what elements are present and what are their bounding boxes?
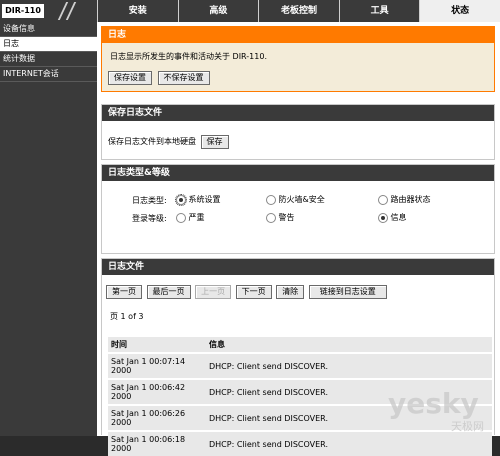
- log-type-title: 日志类型&等级: [102, 165, 494, 181]
- prev-page-button[interactable]: 上一页: [195, 285, 232, 299]
- type-router-status-radio[interactable]: [378, 194, 388, 205]
- top-nav-bar: DIR-110 安装 高级 老板控制 工具 状态: [0, 0, 500, 22]
- time-line2: 2000: [111, 392, 132, 401]
- link-log-settings-button[interactable]: 链接到日志设置: [308, 285, 387, 299]
- next-page-button[interactable]: 下一页: [235, 285, 272, 299]
- sidebar-item-statistics[interactable]: 统计数据: [0, 52, 97, 67]
- table-header-row: 时间 信息: [108, 337, 492, 353]
- sidebar: 设备信息 日志 统计数据 INTERNET会话: [0, 22, 97, 436]
- tab-advanced[interactable]: 高级: [177, 0, 259, 22]
- log-section: 日志 日志显示所发生的事件和活动关于 DIR-110. 保存设置 不保存设置: [101, 26, 495, 92]
- clear-button[interactable]: 清除: [276, 285, 305, 299]
- watermark-main: yesky: [388, 387, 479, 420]
- col-time-header: 时间: [108, 337, 206, 353]
- type-firewall-label: 防火墙&安全: [278, 195, 325, 204]
- type-system-option[interactable]: 系统设置: [175, 193, 221, 206]
- model-label: DIR-110: [2, 4, 44, 18]
- log-section-title: 日志: [102, 27, 494, 43]
- dont-save-settings-button[interactable]: 不保存设置: [157, 71, 210, 85]
- sidebar-item-device-info[interactable]: 设备信息: [0, 22, 97, 37]
- brand-area: DIR-110: [0, 0, 95, 22]
- time-line1: Sat Jan 1 00:06:26: [111, 409, 186, 418]
- log-type-label: 日志类型:: [132, 196, 167, 205]
- row-info: DHCP: Client send DISCOVER.: [206, 430, 492, 456]
- main-content: 日志 日志显示所发生的事件和活动关于 DIR-110. 保存设置 不保存设置 保…: [97, 22, 500, 456]
- time-line1: Sat Jan 1 00:06:42: [111, 383, 186, 392]
- row-info: DHCP: Client send DISCOVER.: [206, 352, 492, 379]
- save-settings-button[interactable]: 保存设置: [108, 71, 152, 85]
- log-level-label: 登录等级:: [132, 214, 167, 223]
- level-info-label: 信息: [390, 213, 407, 222]
- row-time: Sat Jan 1 00:06:18 2000: [108, 430, 206, 456]
- col-info-header: 信息: [206, 337, 492, 353]
- time-line1: Sat Jan 1 00:06:18: [111, 435, 186, 444]
- tab-setup[interactable]: 安装: [97, 0, 178, 22]
- tab-tools[interactable]: 工具: [338, 0, 420, 22]
- pagination-toolbar: 第一页 最后一页 上一页 下一页 清除 链接到日志设置: [106, 285, 387, 299]
- yesky-watermark: yesky 天极网: [388, 387, 488, 434]
- level-critical-option[interactable]: 严重: [176, 212, 205, 223]
- type-router-status-label: 路由器状态: [390, 195, 431, 204]
- level-info-option[interactable]: 信息: [378, 212, 407, 223]
- sidebar-item-internet-sessions[interactable]: INTERNET会话: [0, 67, 97, 82]
- level-warning-option[interactable]: 警告: [266, 212, 295, 223]
- row-time: Sat Jan 1 00:06:42 2000: [108, 378, 206, 405]
- table-row: Sat Jan 1 00:06:18 2000 DHCP: Client send…: [108, 430, 492, 456]
- level-critical-label: 严重: [188, 213, 205, 222]
- row-time: Sat Jan 1 00:07:14 2000: [108, 352, 206, 379]
- level-warning-label: 警告: [278, 213, 295, 222]
- tab-parental-control[interactable]: 老板控制: [258, 0, 339, 22]
- first-page-button[interactable]: 第一页: [106, 285, 142, 299]
- save-log-title: 保存日志文件: [102, 105, 494, 121]
- sidebar-item-log[interactable]: 日志: [0, 37, 97, 52]
- save-log-label: 保存日志文件到本地硬盘: [108, 137, 196, 146]
- save-log-button[interactable]: 保存: [200, 135, 229, 149]
- log-files-title: 日志文件: [102, 259, 494, 275]
- tab-status[interactable]: 状态: [419, 0, 500, 22]
- main-tabs: 安装 高级 老板控制 工具 状态: [97, 0, 500, 22]
- type-firewall-radio[interactable]: [266, 194, 276, 205]
- log-description: 日志显示所发生的事件和活动关于 DIR-110.: [110, 52, 267, 61]
- log-type-section: 日志类型&等级 日志类型: 系统设置 防火墙&安全 路由器状态 登录等级: 严重…: [101, 164, 495, 254]
- watermark-sub: 天极网: [451, 420, 484, 433]
- table-row: Sat Jan 1 00:07:14 2000 DHCP: Client send…: [108, 352, 492, 379]
- time-line1: Sat Jan 1 00:07:14: [111, 357, 186, 366]
- page-info: 页 1 of 3: [110, 312, 144, 321]
- level-warning-radio[interactable]: [266, 212, 276, 223]
- level-critical-radio[interactable]: [176, 212, 186, 223]
- time-line2: 2000: [111, 444, 132, 453]
- divider-slash: [65, 2, 77, 20]
- time-line2: 2000: [111, 418, 132, 427]
- last-page-button[interactable]: 最后一页: [146, 285, 191, 299]
- time-line2: 2000: [111, 366, 132, 375]
- type-router-status-option[interactable]: 路由器状态: [378, 194, 431, 205]
- save-log-section: 保存日志文件 保存日志文件到本地硬盘 保存: [101, 104, 495, 160]
- level-info-radio[interactable]: [378, 212, 388, 223]
- type-firewall-option[interactable]: 防火墙&安全: [266, 194, 325, 205]
- type-system-radio[interactable]: [175, 193, 187, 206]
- type-system-label: 系统设置: [188, 195, 221, 204]
- row-time: Sat Jan 1 00:06:26 2000: [108, 404, 206, 431]
